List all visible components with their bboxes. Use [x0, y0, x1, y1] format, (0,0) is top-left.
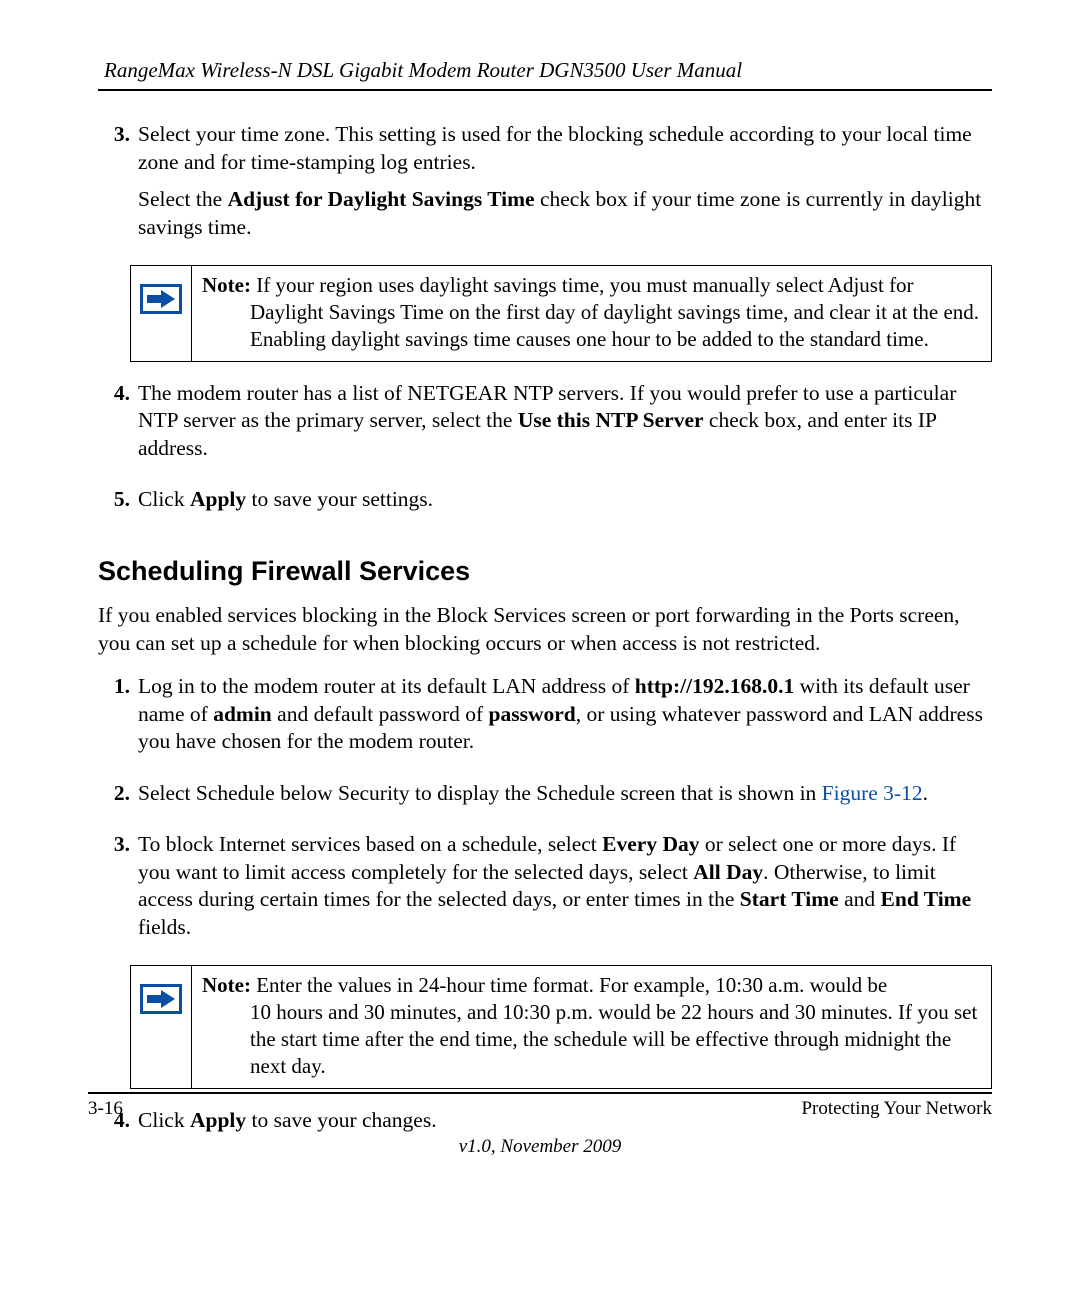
list-number: 3.: [98, 121, 138, 251]
note-icon-cell: [131, 266, 192, 361]
intro-paragraph: If you enabled services blocking in the …: [98, 602, 992, 657]
arrow-right-icon: [140, 984, 182, 1014]
list-number: 5.: [98, 486, 138, 524]
list-number: 1.: [98, 673, 138, 766]
version-line: v1.0, November 2009: [88, 1136, 992, 1158]
note-text: Note: Enter the values in 24-hour time f…: [192, 966, 991, 1088]
document-page: RangeMax Wireless-N DSL Gigabit Modem Ro…: [0, 0, 1080, 1144]
content: 3. Select your time zone. This setting i…: [98, 121, 992, 1144]
figure-link[interactable]: Figure 3-12: [822, 781, 923, 805]
page-footer: 3-16 Protecting Your Network v1.0, Novem…: [88, 1092, 992, 1158]
paragraph: Click Apply to save your settings.: [138, 486, 992, 514]
paragraph: Select the Adjust for Daylight Savings T…: [138, 186, 992, 241]
paragraph: Select your time zone. This setting is u…: [138, 121, 992, 176]
paragraph: The modem router has a list of NETGEAR N…: [138, 380, 992, 463]
ordered-list-1b: 4. The modem router has a list of NETGEA…: [98, 380, 992, 524]
page-header: RangeMax Wireless-N DSL Gigabit Modem Ro…: [104, 58, 992, 83]
list-number: 4.: [98, 380, 138, 473]
paragraph: Select Schedule below Security to displa…: [138, 780, 992, 808]
note-box: Note: Enter the values in 24-hour time f…: [130, 965, 992, 1089]
list-number: 3.: [98, 831, 138, 951]
footer-rule: [88, 1092, 992, 1094]
ordered-list-2: 1. Log in to the modem router at its def…: [98, 673, 992, 951]
paragraph: To block Internet services based on a sc…: [138, 831, 992, 941]
section-title: Protecting Your Network: [801, 1098, 992, 1120]
header-rule: [98, 89, 992, 91]
note-box: Note: If your region uses daylight savin…: [130, 265, 992, 362]
heading-scheduling: Scheduling Firewall Services: [98, 554, 992, 589]
ordered-list-1: 3. Select your time zone. This setting i…: [98, 121, 992, 251]
note-icon-cell: [131, 966, 192, 1088]
page-number: 3-16: [88, 1098, 123, 1120]
paragraph: Log in to the modem router at its defaul…: [138, 673, 992, 756]
arrow-right-icon: [140, 284, 182, 314]
list-number: 2.: [98, 780, 138, 818]
note-text: Note: If your region uses daylight savin…: [192, 266, 991, 361]
